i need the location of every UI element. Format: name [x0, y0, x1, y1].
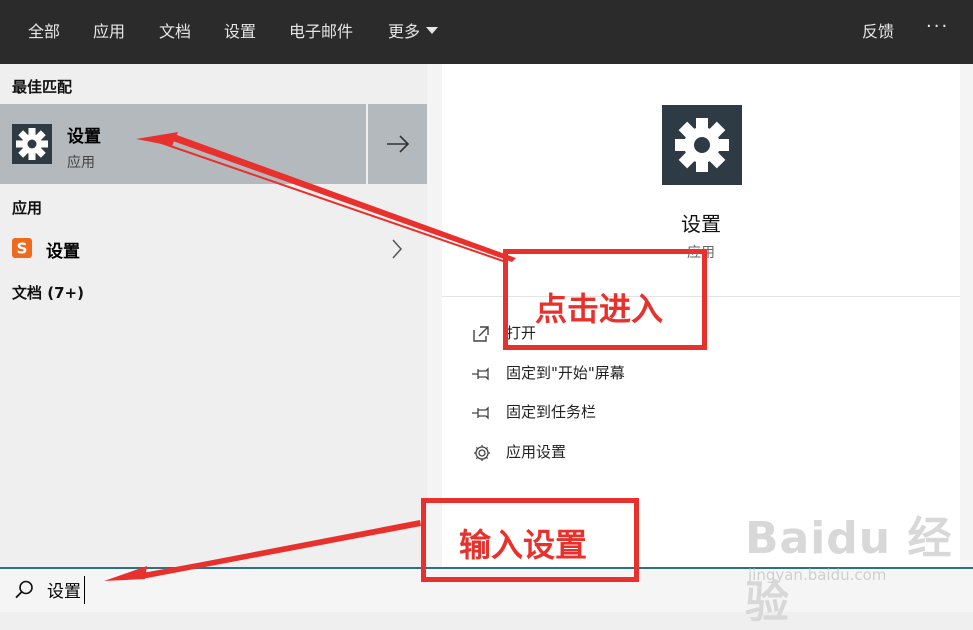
tab-settings[interactable]: 设置: [224, 18, 256, 46]
text-cursor: [84, 576, 85, 604]
caret-down-icon: [426, 27, 439, 34]
best-match-item[interactable]: 设置 应用: [0, 104, 366, 184]
sogou-s-icon: S: [12, 238, 32, 258]
open-details-button[interactable]: [368, 104, 427, 184]
action-pin-taskbar-label: 固定到任务栏: [506, 403, 597, 421]
action-pin-start[interactable]: 固定到"开始"屏幕: [470, 361, 625, 385]
results-panel: 最佳匹配 设置 应用 应用 S 设置 文档 (7+): [0, 64, 427, 567]
more-options-icon[interactable]: ···: [926, 16, 949, 37]
action-pin-taskbar[interactable]: 固定到任务栏: [470, 400, 596, 424]
pin-icon: [472, 405, 489, 420]
best-match-title: 设置: [67, 127, 101, 147]
chevron-right-icon: [392, 239, 403, 259]
tab-email[interactable]: 电子邮件: [289, 18, 353, 46]
search-scope-bar: 全部 应用 文档 设置 电子邮件 更多 反馈 ···: [0, 0, 973, 64]
settings-gear-icon: [12, 124, 52, 164]
arrow-right-icon: [387, 135, 410, 153]
action-app-settings[interactable]: 应用设置: [470, 440, 566, 464]
details-title: 设置: [681, 212, 721, 236]
tab-apps[interactable]: 应用: [93, 18, 125, 46]
best-match-header: 最佳匹配: [12, 78, 73, 96]
settings-gear-icon-large: [662, 105, 742, 185]
watermark-url: jingyan.baidu.com: [748, 566, 887, 584]
tab-all[interactable]: 全部: [28, 18, 60, 46]
feedback-button[interactable]: 反馈: [862, 18, 894, 46]
tab-documents[interactable]: 文档: [159, 18, 191, 46]
search-icon: [15, 580, 33, 599]
tab-more[interactable]: 更多: [388, 18, 439, 46]
best-match-subtitle: 应用: [67, 155, 95, 171]
annotation-type-label: 输入设置: [459, 526, 588, 564]
documents-header[interactable]: 文档 (7+): [12, 282, 84, 303]
app-result-title: 设置: [46, 242, 80, 262]
annotation-click-label: 点击进入: [535, 290, 664, 328]
gear-icon: [474, 444, 490, 461]
apps-header: 应用: [12, 199, 43, 217]
svg-text:S: S: [17, 240, 28, 258]
action-app-settings-label: 应用设置: [506, 443, 567, 461]
action-pin-start-label: 固定到"开始"屏幕: [506, 364, 625, 382]
app-result-item[interactable]: S 设置: [0, 228, 427, 270]
tab-more-label: 更多: [388, 22, 421, 41]
pin-icon: [472, 366, 489, 381]
open-external-icon: [473, 325, 489, 342]
